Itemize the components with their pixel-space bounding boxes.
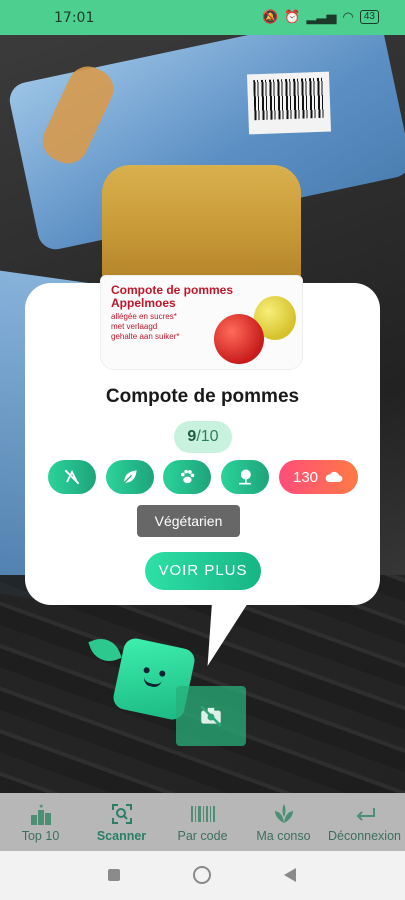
no-gluten-icon <box>64 469 80 485</box>
svg-text:★: ★ <box>38 803 43 810</box>
nav-label: Déconnexion <box>328 829 401 843</box>
plant-icon <box>274 804 293 823</box>
badge-local[interactable] <box>221 460 269 494</box>
camera-surface <box>0 575 405 793</box>
tree-icon <box>239 469 251 485</box>
product-image: Compote de pommes Appelmoes allégée en s… <box>100 165 303 370</box>
status-bar: 17:01 🔕 ⏰ ▂▃▅ ◠ 43 <box>0 0 405 35</box>
bottom-nav: ★ Top 10 Scanner Par code Ma conso Décon… <box>0 793 405 851</box>
nav-item-par-code[interactable]: Par code <box>162 793 243 851</box>
back-icon[interactable] <box>284 868 296 882</box>
apple-image <box>214 314 264 364</box>
recents-icon[interactable] <box>108 869 120 881</box>
alarm-icon: ⏰ <box>284 9 301 24</box>
product-title: Compote de pommes <box>105 386 300 407</box>
scan-icon <box>111 804 132 824</box>
nav-item-ma-conso[interactable]: Ma conso <box>243 793 324 851</box>
barcode-icon <box>190 806 215 822</box>
badge-row: 130 <box>48 460 358 494</box>
camera-off-button[interactable] <box>176 686 246 746</box>
nav-label: Scanner <box>96 829 147 843</box>
see-more-button[interactable]: VOIR PLUS <box>145 552 261 590</box>
podium-icon: ★ <box>30 803 51 825</box>
badge-co2[interactable]: 130 <box>279 460 358 494</box>
cloud-icon <box>325 471 343 482</box>
badge-gluten-free[interactable] <box>48 460 96 494</box>
system-nav-bar <box>0 851 405 900</box>
logout-icon <box>356 808 375 821</box>
camera-barcode <box>246 71 332 135</box>
mute-icon: 🔕 <box>262 9 279 24</box>
nav-label: Par code <box>177 829 228 843</box>
nav-label: Ma conso <box>256 829 311 843</box>
status-time: 17:01 <box>54 10 95 26</box>
leaf-icon <box>123 470 137 484</box>
tooltip: Végétarien <box>137 505 240 537</box>
nav-item-deconnexion[interactable]: Déconnexion <box>324 793 405 851</box>
nav-item-top10[interactable]: ★ Top 10 <box>0 793 81 851</box>
score-max: /10 <box>196 428 219 445</box>
score-badge: 9/10 <box>174 421 232 453</box>
badge-organic[interactable] <box>106 460 154 494</box>
nav-label: Top 10 <box>21 829 60 843</box>
signal-icon: ▂▃▅ <box>306 9 337 24</box>
status-icons: 🔕 ⏰ ▂▃▅ ◠ 43 <box>262 9 379 25</box>
home-icon[interactable] <box>193 866 211 884</box>
camera-off-icon <box>200 705 222 727</box>
badge-vegetarian[interactable] <box>163 460 211 494</box>
co2-value: 130 <box>292 468 319 486</box>
paw-icon <box>181 469 195 484</box>
score-value: 9 <box>187 428 197 445</box>
nav-item-scanner[interactable]: Scanner <box>81 793 162 851</box>
battery-icon: 43 <box>359 10 379 24</box>
wifi-icon: ◠ <box>342 9 354 24</box>
